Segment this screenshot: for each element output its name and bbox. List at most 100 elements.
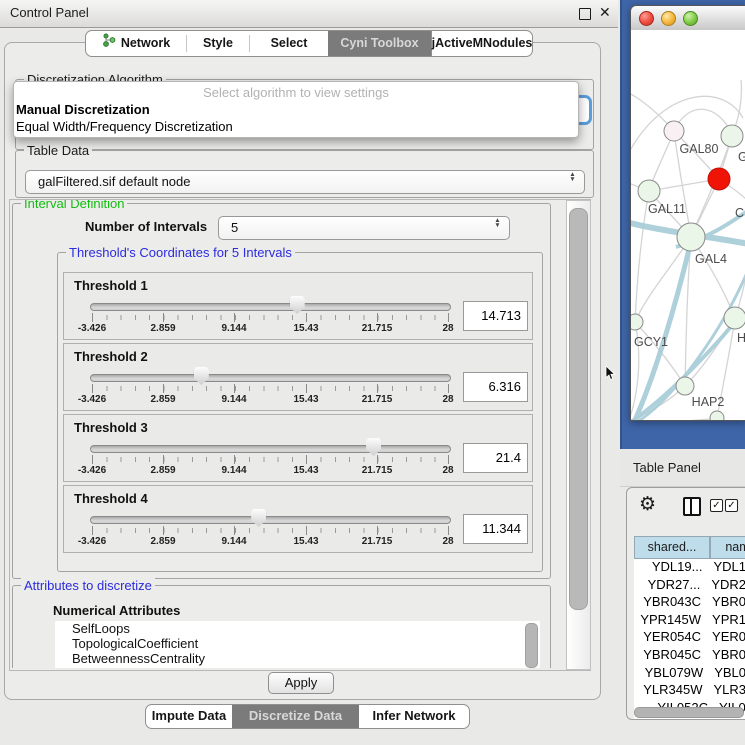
close-button[interactable] bbox=[639, 11, 654, 26]
table-panel-title: Table Panel bbox=[633, 460, 701, 475]
zoom-button[interactable] bbox=[683, 11, 698, 26]
cell[interactable]: YDL1 bbox=[706, 559, 745, 577]
threshold-2-slider-track[interactable] bbox=[90, 374, 451, 382]
node-gcy1[interactable] bbox=[631, 314, 643, 330]
node-g[interactable] bbox=[721, 125, 743, 147]
checkbox-icon[interactable]: ✓ bbox=[710, 499, 723, 512]
number-of-intervals-combobox[interactable]: 5 ▲▼ bbox=[218, 216, 510, 240]
tick-label: -3.426 bbox=[78, 536, 106, 547]
cell[interactable]: YPR145W bbox=[634, 612, 705, 630]
network-window: GAL80 G C GAL11 GAL4 GCY1 H HAP2 bbox=[630, 5, 745, 421]
cell[interactable]: YBR0 bbox=[705, 594, 745, 612]
node-highlighted[interactable] bbox=[708, 168, 730, 190]
table-data-group-title: Table Data bbox=[24, 143, 92, 158]
table-data-combobox[interactable]: galFiltered.sif default node ▲▼ bbox=[25, 170, 585, 194]
node-gal80[interactable] bbox=[664, 121, 684, 141]
list-item-betweennesscentrality[interactable]: BetweennessCentrality bbox=[55, 651, 540, 666]
table-row[interactable]: YPR145WYPR1 bbox=[634, 612, 745, 630]
node-hap2[interactable] bbox=[676, 377, 694, 395]
tick-label: 21.715 bbox=[362, 465, 393, 476]
cell[interactable]: YLR345W bbox=[634, 682, 706, 700]
tick-label: 9.144 bbox=[221, 465, 246, 476]
cell[interactable]: YDR27... bbox=[634, 577, 704, 595]
cell[interactable]: YBL0 bbox=[707, 665, 745, 683]
checkbox-icon[interactable]: ✓ bbox=[725, 499, 738, 512]
close-icon[interactable]: ✕ bbox=[599, 4, 611, 21]
tab-select[interactable]: Select bbox=[250, 31, 328, 56]
threshold-4-slider-thumb[interactable] bbox=[251, 509, 266, 527]
tab-infer-network[interactable]: Infer Network bbox=[359, 705, 469, 728]
tab-network[interactable]: Network bbox=[86, 31, 186, 56]
scroll-view: Interval Definition Number of Intervals … bbox=[10, 200, 566, 668]
table-rows: YDL19...YDL1 YDR27...YDR2 YBR043CYBR0 YP… bbox=[634, 559, 745, 720]
cell[interactable]: YDR2 bbox=[704, 577, 745, 595]
node-gal4[interactable] bbox=[677, 223, 705, 251]
threshold-3-value-field[interactable]: 21.4 bbox=[463, 443, 528, 473]
tab-impute-data[interactable]: Impute Data bbox=[146, 705, 232, 728]
tab-style-label: Style bbox=[203, 32, 233, 55]
tab-cyni-toolbox[interactable]: Cyni Toolbox bbox=[328, 31, 431, 56]
apply-button[interactable]: Apply bbox=[268, 672, 334, 694]
threshold-1-slider-track[interactable] bbox=[90, 303, 451, 311]
network-window-titlebar[interactable] bbox=[631, 6, 745, 31]
threshold-4-label: Threshold 4 bbox=[74, 491, 148, 506]
split-view-icon[interactable] bbox=[683, 497, 701, 516]
cell[interactable]: YER0 bbox=[705, 629, 745, 647]
float-window-icon[interactable] bbox=[579, 8, 591, 20]
node-small[interactable] bbox=[710, 411, 724, 420]
cell[interactable]: YDL19... bbox=[634, 559, 706, 577]
column-header-shared[interactable]: shared... bbox=[634, 536, 710, 559]
table-row[interactable]: YLR345WYLR3 bbox=[634, 682, 745, 700]
tab-style[interactable]: Style bbox=[187, 31, 249, 56]
table-row[interactable]: YDR27...YDR2 bbox=[634, 577, 745, 595]
slider-ticks bbox=[92, 457, 449, 462]
cell[interactable]: YBR0 bbox=[705, 647, 745, 665]
threshold-2-value-field[interactable]: 6.316 bbox=[463, 372, 528, 402]
thresholds-group-title: Threshold's Coordinates for 5 Intervals bbox=[66, 245, 295, 260]
threshold-3-panel: Threshold 3 -3.426 2.859 9.144 15.43 21.… bbox=[63, 414, 533, 482]
list-item-selfloops[interactable]: SelfLoops bbox=[55, 621, 540, 636]
threshold-2-slider-thumb[interactable] bbox=[194, 367, 209, 385]
node-h[interactable] bbox=[724, 307, 745, 329]
list-scrollbar-thumb[interactable] bbox=[525, 623, 538, 668]
threshold-4-slider-track[interactable] bbox=[90, 516, 451, 524]
threshold-4-value-field[interactable]: 11.344 bbox=[463, 514, 528, 544]
table-row[interactable]: YDL19...YDL1 bbox=[634, 559, 745, 577]
threshold-3-slider-thumb[interactable] bbox=[366, 438, 381, 456]
table-row[interactable]: YER054CYER0 bbox=[634, 629, 745, 647]
tab-jactivemnodules[interactable]: jActiveMNodules bbox=[431, 31, 532, 56]
threshold-3-slider-track[interactable] bbox=[90, 445, 451, 453]
cell[interactable]: YBR045C bbox=[634, 647, 705, 665]
algorithm-popup-hint: Select algorithm to view settings bbox=[14, 85, 578, 100]
node-gal11[interactable] bbox=[638, 180, 660, 202]
table-panel-body: ⚙ ✓ ✓ shared... name YDL19...YDL1 YDR27.… bbox=[626, 487, 745, 720]
stepper-icon[interactable]: ▲▼ bbox=[568, 173, 577, 182]
tick-label: 21.715 bbox=[362, 536, 393, 547]
network-canvas[interactable]: GAL80 G C GAL11 GAL4 GCY1 H HAP2 bbox=[631, 30, 745, 420]
stepper-icon[interactable]: ▲▼ bbox=[493, 219, 502, 228]
panel-scrollbar[interactable] bbox=[566, 200, 591, 670]
column-header-name[interactable]: name bbox=[710, 536, 745, 559]
tab-jactivemnodules-label: jActiveMNodules bbox=[432, 32, 533, 55]
cell[interactable]: YBL079W bbox=[634, 665, 707, 683]
table-row[interactable]: YBL079WYBL0 bbox=[634, 665, 745, 683]
horizontal-scrollbar-thumb[interactable] bbox=[634, 707, 744, 718]
threshold-1-value-field[interactable]: 14.713 bbox=[463, 301, 528, 331]
cell[interactable]: YBR043C bbox=[634, 594, 705, 612]
threshold-1-slider-thumb[interactable] bbox=[290, 296, 305, 314]
popup-item-manual-discretization[interactable]: Manual Discretization bbox=[16, 102, 150, 117]
tick-label: 28 bbox=[442, 323, 453, 334]
gear-icon[interactable]: ⚙ bbox=[639, 493, 656, 516]
popup-item-equal-width-frequency[interactable]: Equal Width/Frequency Discretization bbox=[16, 119, 233, 134]
panel-scrollbar-thumb[interactable] bbox=[569, 208, 588, 610]
threshold-3-label: Threshold 3 bbox=[74, 420, 148, 435]
node-label-gcy1: GCY1 bbox=[634, 335, 668, 349]
table-row[interactable]: YBR043CYBR0 bbox=[634, 594, 745, 612]
cell[interactable]: YPR1 bbox=[705, 612, 745, 630]
minimize-button[interactable] bbox=[661, 11, 676, 26]
tab-discretize-data[interactable]: Discretize Data bbox=[232, 705, 359, 728]
cell[interactable]: YLR3 bbox=[706, 682, 745, 700]
cell[interactable]: YER054C bbox=[634, 629, 705, 647]
table-row[interactable]: YBR045CYBR0 bbox=[634, 647, 745, 665]
list-item-topologicalcoefficient[interactable]: TopologicalCoefficient bbox=[55, 636, 540, 651]
